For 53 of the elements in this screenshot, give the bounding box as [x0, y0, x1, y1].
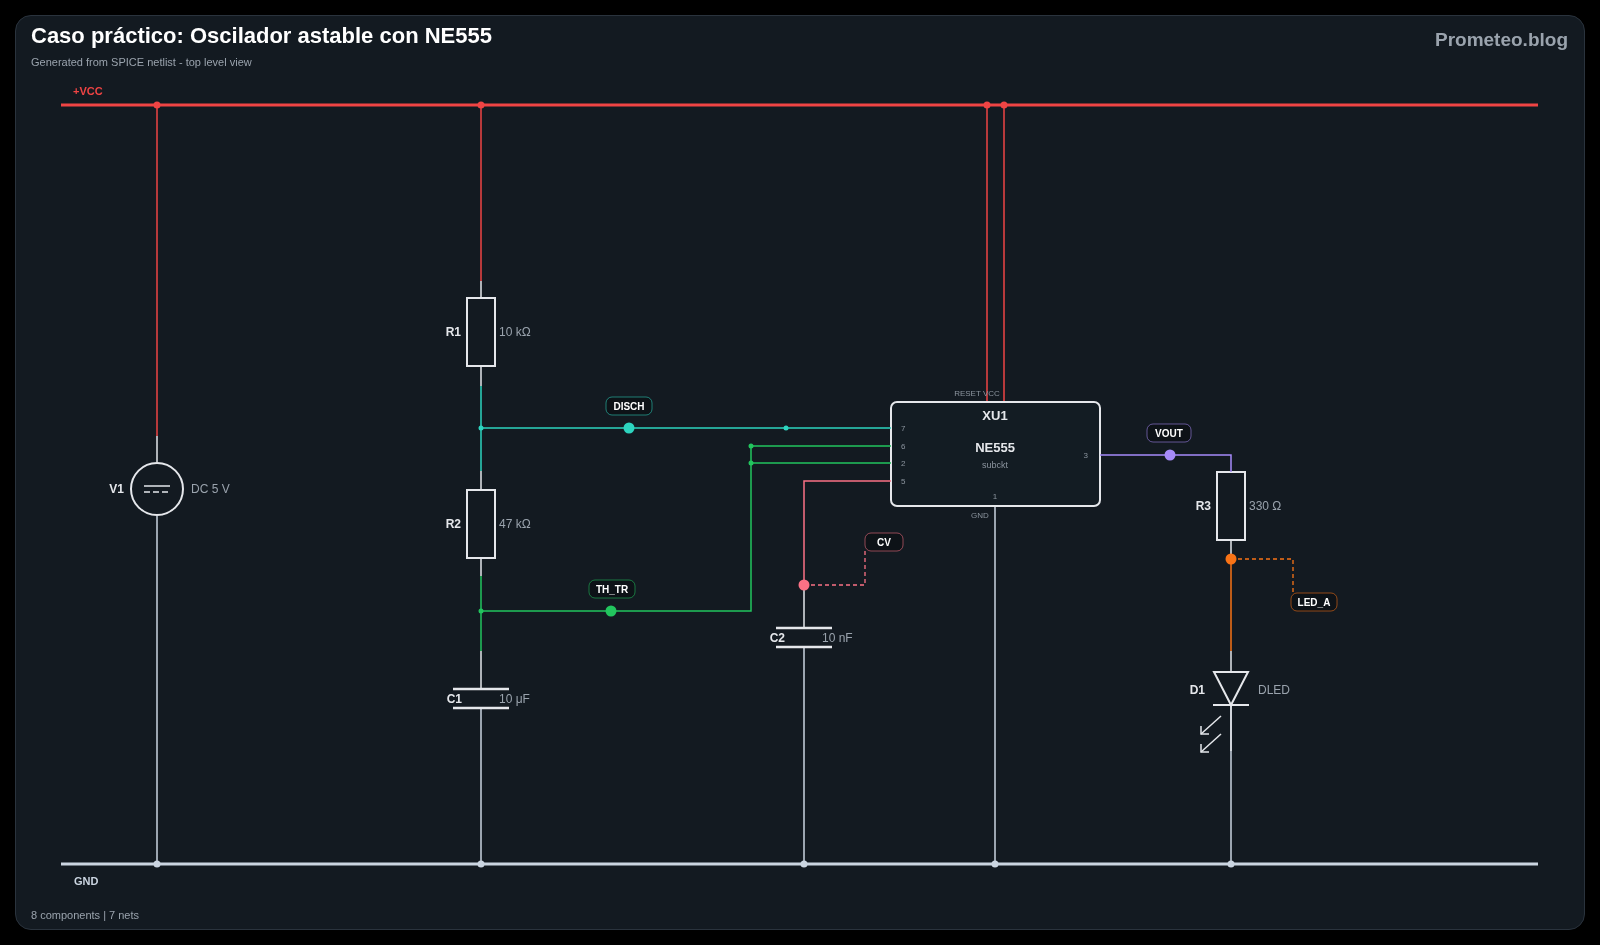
net-label: TH_TR: [588, 579, 636, 599]
page-title: Caso práctico: Oscilador astable con NE555: [31, 22, 492, 50]
component-ref: R1: [445, 325, 461, 339]
pin-group-label: GND: [971, 511, 989, 520]
component-value: DLED: [1258, 683, 1290, 697]
junction-dot: [477, 101, 485, 109]
pin-number: 6: [901, 441, 906, 451]
pin-number: 5: [901, 477, 906, 487]
component-ref: R3: [1195, 499, 1211, 513]
rail-label: +VCC: [73, 85, 103, 97]
pin-number: 1: [992, 492, 998, 501]
net-label: DISCH: [605, 396, 653, 416]
junction-dot: [477, 860, 485, 868]
brand-name: Prometeo.blog: [1435, 28, 1568, 52]
rail-label: GND: [74, 875, 99, 887]
net-label: LED_A: [1290, 592, 1338, 612]
component-value: DC 5 V: [191, 482, 230, 496]
net-label: CV: [864, 532, 904, 552]
resistor-symbol: [466, 489, 496, 559]
component-ref: C1: [446, 692, 462, 706]
junction-dot: [748, 443, 754, 449]
resistor-symbol: [1216, 471, 1246, 541]
status-text: 8 components | 7 nets: [30, 907, 141, 923]
component-ref: V1: [109, 482, 124, 496]
component-value: 10 nF: [822, 631, 853, 645]
junction-dot: [1000, 101, 1008, 109]
junction-dot: [153, 860, 161, 868]
component-value: 330 Ω: [1249, 499, 1282, 513]
model-label: subckt: [982, 460, 1008, 470]
component-value: 10 μF: [499, 692, 530, 706]
junction-dot: [800, 860, 808, 868]
voltage-source-symbol: [130, 462, 184, 516]
junction-dot: [1227, 860, 1235, 868]
net-label: VOUT: [1146, 423, 1192, 443]
junction-dot: [153, 101, 161, 109]
subtitle: Generated from SPICE netlist - top level view: [31, 55, 253, 70]
component-value: 47 kΩ: [499, 517, 531, 531]
resistor-symbol: [466, 297, 496, 367]
junction-dot: [478, 608, 484, 614]
junction-dot: [991, 860, 999, 868]
junction-dot: [478, 425, 484, 431]
junction-dot: [983, 101, 991, 109]
pin-number: 7: [901, 424, 906, 433]
component-ref: R2: [445, 517, 461, 531]
component-value: NE555: [975, 440, 1015, 455]
pin-number: 2: [901, 459, 906, 469]
component-ref: C2: [769, 631, 785, 645]
component-value: 10 kΩ: [499, 325, 531, 339]
component-ref: XU1: [982, 408, 1008, 423]
junction-dot: [783, 425, 789, 431]
junction-dot: [748, 460, 754, 466]
component-ref: D1: [1189, 683, 1205, 697]
pin-number: 3: [1083, 451, 1088, 460]
